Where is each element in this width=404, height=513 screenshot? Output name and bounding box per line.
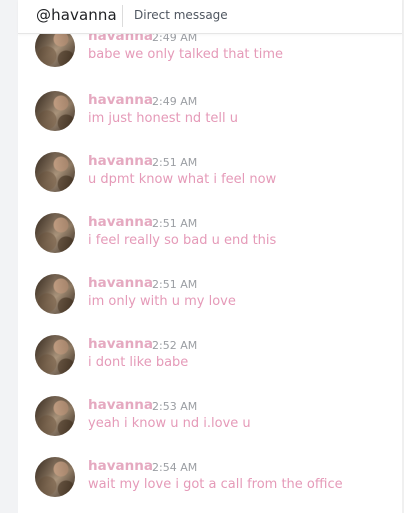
avatar[interactable]: [35, 91, 75, 131]
message-author[interactable]: havanna: [88, 214, 153, 230]
message-item: havanna 2:52 AM i dont like babe: [18, 335, 402, 393]
avatar[interactable]: [35, 335, 75, 375]
message-item: havanna 2:49 AM im just honest nd tell u: [18, 91, 402, 149]
message-timestamp: 2:51 AM: [152, 278, 198, 291]
message-timestamp: 2:54 AM: [152, 461, 198, 474]
message-timestamp: 2:53 AM: [152, 400, 198, 413]
message-list: havanna 2:49 AM babe we only talked that…: [18, 33, 402, 513]
message-item: havanna 2:49 AM babe we only talked that…: [18, 33, 402, 85]
message-author[interactable]: havanna: [88, 397, 153, 413]
message-author[interactable]: havanna: [88, 336, 153, 352]
message-author[interactable]: havanna: [88, 458, 153, 474]
message-author[interactable]: havanna: [88, 92, 153, 108]
avatar[interactable]: [35, 457, 75, 497]
message-text: babe we only talked that time: [88, 47, 284, 62]
message-text: wait my love i got a call from the offic…: [88, 477, 343, 492]
message-item: havanna 2:53 AM yeah i know u nd i.love …: [18, 396, 402, 454]
dm-subtitle: Direct message: [134, 8, 228, 22]
message-author[interactable]: havanna: [88, 153, 153, 169]
message-item: havanna 2:51 AM u dpmt know what i feel …: [18, 152, 402, 210]
avatar[interactable]: [35, 213, 75, 253]
sidebar-edge: [0, 0, 18, 513]
message-timestamp: 2:49 AM: [152, 33, 198, 44]
message-text: yeah i know u nd i.love u: [88, 416, 251, 431]
message-text: i dont like babe: [88, 355, 189, 370]
message-timestamp: 2:49 AM: [152, 95, 198, 108]
avatar[interactable]: [35, 396, 75, 436]
header-divider: [122, 5, 123, 27]
message-item: havanna 2:51 AM im only with u my love: [18, 274, 402, 332]
dm-header: @havanna Direct message: [18, 0, 402, 34]
message-timestamp: 2:51 AM: [152, 156, 198, 169]
message-author[interactable]: havanna: [88, 275, 153, 291]
message-item: havanna 2:51 AM i feel really so bad u e…: [18, 213, 402, 271]
message-author[interactable]: havanna: [88, 33, 153, 44]
message-text: i feel really so bad u end this: [88, 233, 277, 248]
dm-username: @havanna: [36, 6, 117, 24]
message-text: u dpmt know what i feel now: [88, 172, 277, 187]
message-item: havanna 2:54 AM wait my love i got a cal…: [18, 457, 402, 513]
message-text: im just honest nd tell u: [88, 111, 239, 126]
message-timestamp: 2:51 AM: [152, 217, 198, 230]
dm-window: @havanna Direct message havanna 2:49 AM …: [0, 0, 404, 513]
avatar[interactable]: [35, 274, 75, 314]
message-timestamp: 2:52 AM: [152, 339, 198, 352]
avatar[interactable]: [35, 33, 75, 67]
message-text: im only with u my love: [88, 294, 236, 309]
avatar[interactable]: [35, 152, 75, 192]
